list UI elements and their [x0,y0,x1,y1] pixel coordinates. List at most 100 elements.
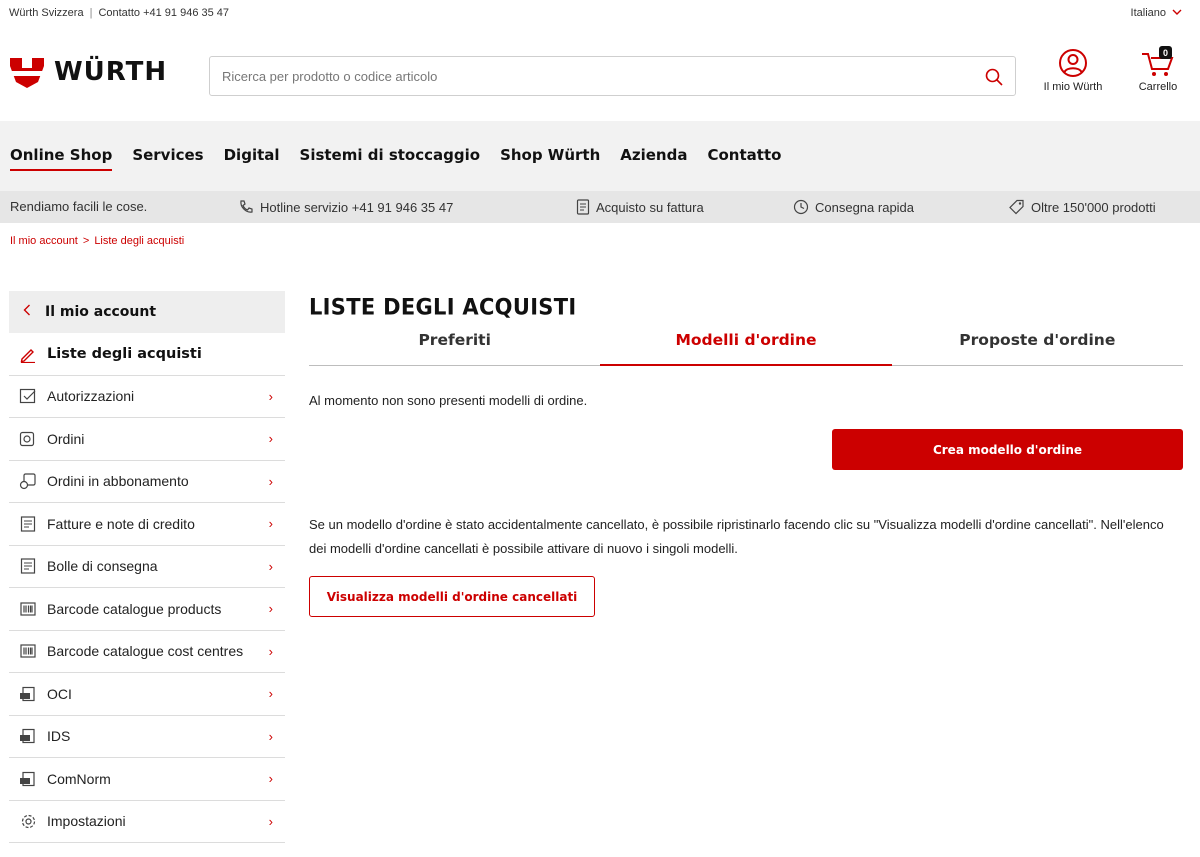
sidebar-item-label: Ordini [47,430,85,447]
usp-products-text: Oltre 150'000 prodotti [1031,199,1156,215]
sidebar-item-oci[interactable]: OCI › [9,673,285,716]
chevron-right-icon: › [268,558,273,574]
language-label: Italiano [1130,7,1166,19]
sidebar-item-orders[interactable]: Ordini › [9,418,285,461]
nav-contact[interactable]: Contatto [707,146,781,171]
sidebar-item-shopping-lists[interactable]: Liste degli acquisti [9,333,285,376]
sidebar-item-barcode-cost-centres[interactable]: Barcode catalogue cost centres › [9,631,285,673]
tab-order-proposals[interactable]: Proposte d'ordine [892,329,1183,365]
top-bar: Würth Svizzera | Contatto +41 91 946 35 … [0,0,1200,34]
usp-hotline-text: Hotline servizio +41 91 946 35 47 [260,199,454,215]
deleted-templates-info: Se un modello d'ordine è stato accidenta… [309,517,1164,556]
order-icon [19,430,37,448]
nav-storage-systems[interactable]: Sistemi di stoccaggio [300,146,481,171]
sidebar-item-label: Fatture e note di credito [47,515,195,532]
tab-order-templates[interactable]: Modelli d'ordine [600,329,892,366]
main-navigation: Online Shop Services Digital Sistemi di … [0,121,1200,191]
barcode-icon [19,642,37,660]
phone-icon [240,200,253,213]
chevron-right-icon: › [268,813,273,829]
usp-slogan: Rendiamo facili le cose. [10,199,147,214]
user-icon [1059,49,1087,77]
nav-shop-wurth[interactable]: Shop Würth [500,146,600,171]
chevron-left-icon [23,304,31,320]
account-sidebar: Il mio account Liste degli acquisti Auto… [9,291,285,843]
usp-delivery-text: Consegna rapida [815,199,915,215]
edi-icon [19,770,37,788]
sidebar-item-settings[interactable]: Impostazioni › [9,801,285,843]
subscription-icon [19,472,37,490]
nav-company[interactable]: Azienda [620,146,687,171]
chevron-right-icon: › [268,431,273,446]
my-account-button[interactable]: Il mio Würth [1035,48,1111,93]
sidebar-item-label: IDS [47,728,71,745]
search-box [209,56,1016,96]
chevron-right-icon: › [268,516,273,531]
sidebar-item-authorizations[interactable]: Autorizzazioni › [9,376,285,418]
pencil-icon [19,345,37,363]
tab-favorites[interactable]: Preferiti [309,329,600,365]
company-name: Würth Svizzera [9,7,84,19]
main-content: LISTE DEGLI ACQUISTI Preferiti Modelli d… [309,291,1183,617]
language-selector[interactable]: Italiano [1131,7,1182,19]
search-input[interactable] [222,57,962,95]
sidebar-back-my-account[interactable]: Il mio account [9,291,285,333]
sidebar-item-label: Barcode catalogue cost centres [47,643,244,660]
usp-invoice-text: Acquisto su fattura [596,199,704,215]
top-bar-divider: | [89,7,93,19]
nav-online-shop[interactable]: Online Shop [10,146,113,171]
edi-icon [19,685,37,703]
wurth-logo-icon [10,58,44,88]
header: WÜRTH Il mio Würth 0 Carrello [0,40,1200,114]
sidebar-item-label: ComNorm [47,770,111,787]
show-deleted-templates-button[interactable]: Visualizza modelli d'ordine cancellati [309,576,595,617]
chevron-right-icon: › [268,388,273,404]
delivery-note-icon [19,557,37,575]
usp-delivery: Consegna rapida [793,199,914,215]
page-title: LISTE DEGLI ACQUISTI [309,294,577,320]
sidebar-item-label: Autorizzazioni [47,388,135,405]
invoice-icon [576,199,590,215]
cart-button[interactable]: 0 Carrello [1125,46,1191,93]
sidebar-item-delivery-notes[interactable]: Bolle di consegna › [9,546,285,588]
tag-icon [1009,199,1024,215]
sidebar-item-label: Impostazioni [47,813,126,830]
nav-services[interactable]: Services [132,146,203,171]
breadcrumb-current: Liste degli acquisti [94,235,185,247]
chevron-right-icon: › [268,473,273,489]
usp-products: Oltre 150'000 prodotti [1008,199,1156,215]
checklist-icon [19,387,37,405]
usp-slogan-text: Rendiamo facili le cose. [10,199,148,214]
usp-hotline[interactable]: Hotline servizio +41 91 946 35 47 [238,199,453,215]
wurth-logo[interactable]: WÜRTH [8,54,167,90]
create-order-template-button[interactable]: Crea modello d'ordine [832,429,1183,470]
sidebar-item-comnorm[interactable]: ComNorm › [9,758,285,801]
usp-bar: Rendiamo facili le cose. Hotline servizi… [0,191,1200,223]
barcode-icon [19,600,37,618]
breadcrumb: Il mio account > Liste degli acquisti [10,235,184,247]
shopping-list-tabs: Preferiti Modelli d'ordine Proposte d'or… [309,329,1183,366]
my-account-label: Il mio Würth [1043,81,1103,93]
contact-link[interactable]: Contatto +41 91 946 35 47 [98,7,229,19]
breadcrumb-my-account[interactable]: Il mio account [10,235,78,247]
sidebar-item-invoices-credit-notes[interactable]: Fatture e note di credito › [9,503,285,546]
cart-count-badge: 0 [1159,46,1172,59]
sidebar-item-label: Ordini in abbonamento [47,473,189,490]
search-icon[interactable] [983,66,1005,88]
empty-state-message: Al momento non sono presenti modelli di … [309,393,588,408]
chevron-right-icon: › [268,601,273,616]
chevron-right-icon: › [268,686,273,701]
sidebar-item-ids[interactable]: IDS › [9,716,285,758]
sidebar-item-subscription-orders[interactable]: Ordini in abbonamento › [9,461,285,503]
sidebar-item-label: OCI [47,685,72,702]
chevron-right-icon: › [268,728,273,744]
breadcrumb-separator: > [82,235,90,247]
nav-digital[interactable]: Digital [224,146,280,171]
invoice-icon [19,515,37,533]
chevron-right-icon: › [268,771,273,786]
clock-icon [793,199,809,215]
sidebar-item-label: Bolle di consegna [47,558,158,575]
top-bar-left: Würth Svizzera | Contatto +41 91 946 35 … [9,7,229,19]
cart-label: Carrello [1138,81,1178,93]
sidebar-item-barcode-products[interactable]: Barcode catalogue products › [9,588,285,631]
